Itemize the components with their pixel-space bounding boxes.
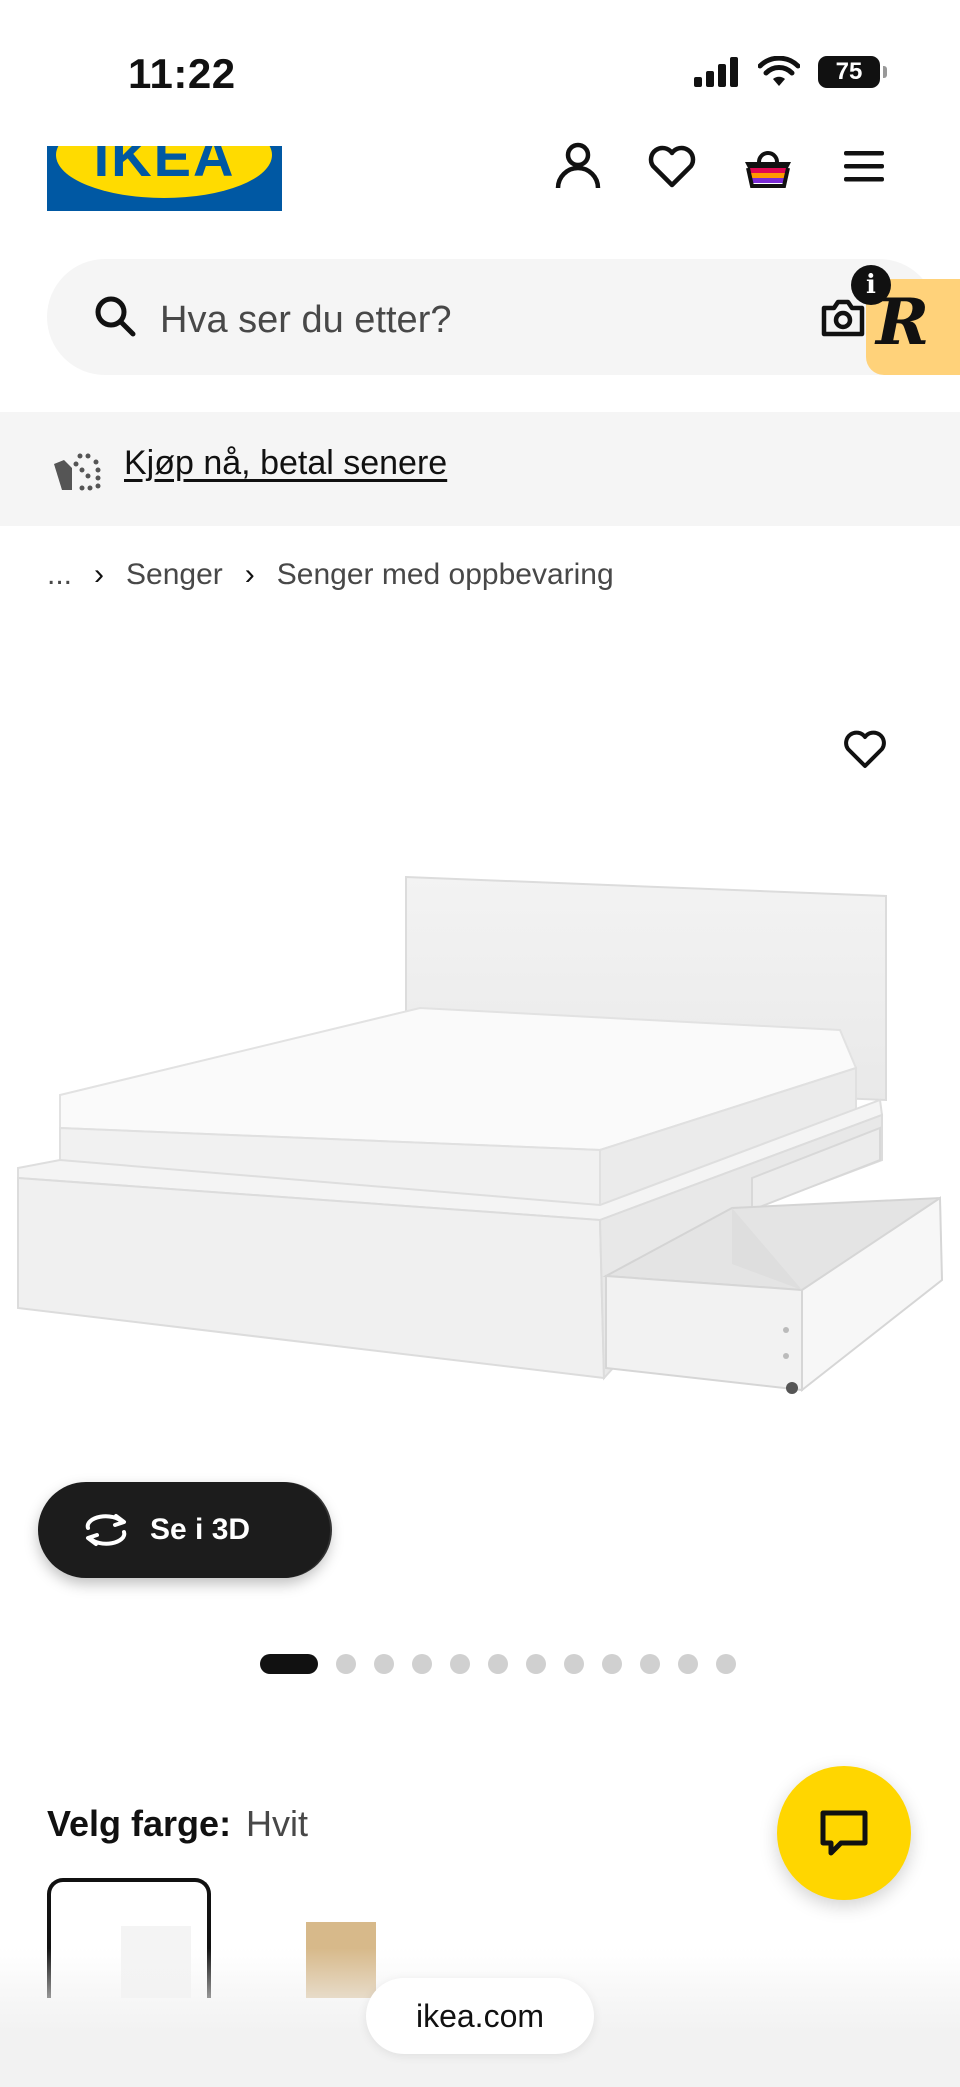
color-label: Velg farge: xyxy=(47,1803,232,1844)
status-icons: 75 xyxy=(694,56,887,88)
carousel-dot[interactable] xyxy=(602,1654,622,1674)
browser-url-pill[interactable]: ikea.com xyxy=(366,1978,594,2054)
rotate-3d-icon xyxy=(85,1514,127,1546)
camera-icon[interactable] xyxy=(820,296,866,340)
carousel-dot-active[interactable] xyxy=(260,1654,318,1674)
view-in-3d-label: Se i 3D xyxy=(150,1513,251,1546)
breadcrumb-senger-med-oppbevaring[interactable]: Senger med oppbevaring xyxy=(277,558,614,592)
search-icon xyxy=(95,296,136,337)
ikea-logo[interactable]: IKEA xyxy=(47,146,282,211)
view-in-3d-button[interactable]: Se i 3D xyxy=(38,1482,330,1578)
carousel-dot[interactable] xyxy=(450,1654,470,1674)
add-to-favourites-icon[interactable] xyxy=(842,728,888,770)
carousel-dot[interactable] xyxy=(412,1654,432,1674)
breadcrumb-senger[interactable]: Senger xyxy=(126,558,223,592)
shopping-bag-icon[interactable] xyxy=(742,140,794,192)
battery-level: 75 xyxy=(835,58,863,85)
carousel-dot[interactable] xyxy=(374,1654,394,1674)
breadcrumb: ... › Senger › Senger med oppbevaring xyxy=(47,558,614,592)
breadcrumb-ellipsis[interactable]: ... xyxy=(47,558,72,592)
logo-text: IKEA xyxy=(93,146,236,188)
browser-url: ikea.com xyxy=(415,1997,545,2034)
wifi-icon xyxy=(758,56,800,86)
chat-bubble-icon xyxy=(820,1810,868,1856)
chevron-right-icon: › xyxy=(244,558,255,591)
status-time: 11:22 xyxy=(128,50,236,97)
menu-icon[interactable] xyxy=(838,140,890,192)
color-value: Hvit xyxy=(246,1803,308,1844)
search-input[interactable] xyxy=(160,292,780,348)
image-carousel-indicator xyxy=(260,1654,736,1674)
carousel-dot[interactable] xyxy=(564,1654,584,1674)
chat-button[interactable] xyxy=(777,1766,911,1900)
account-icon[interactable] xyxy=(552,140,604,192)
pay-later-icon xyxy=(54,453,101,491)
signal-icon xyxy=(694,57,738,87)
pay-later-link[interactable]: Kjøp nå, betal senere xyxy=(124,444,447,483)
carousel-dot[interactable] xyxy=(640,1654,660,1674)
carousel-dot[interactable] xyxy=(336,1654,356,1674)
carousel-dot[interactable] xyxy=(488,1654,508,1674)
carousel-dot[interactable] xyxy=(678,1654,698,1674)
battery-indicator: 75 xyxy=(818,56,887,88)
favourites-icon[interactable] xyxy=(646,140,698,192)
chevron-right-icon: › xyxy=(94,558,105,591)
product-image[interactable] xyxy=(0,860,960,1420)
carousel-dot[interactable] xyxy=(716,1654,736,1674)
carousel-dot[interactable] xyxy=(526,1654,546,1674)
info-icon[interactable]: i xyxy=(851,265,891,305)
